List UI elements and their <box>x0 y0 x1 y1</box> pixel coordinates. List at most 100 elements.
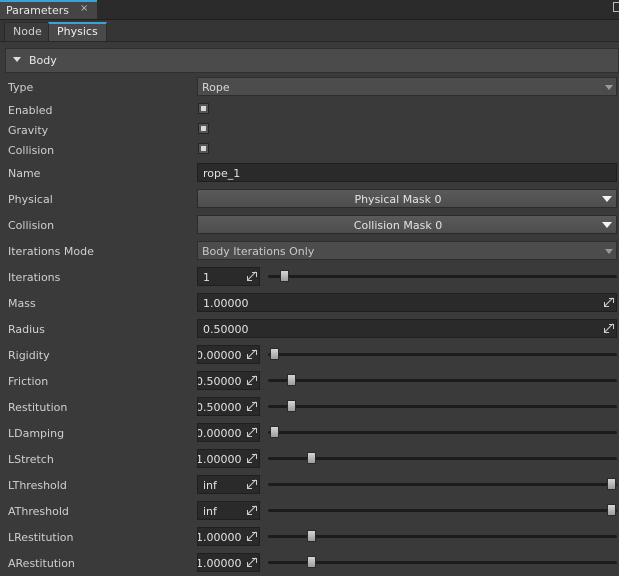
arestitution-input[interactable]: 1.00000 <box>197 553 260 572</box>
slider-handle[interactable] <box>286 374 296 386</box>
tab-physics[interactable]: Physics <box>48 22 107 41</box>
rigidity-label: Rigidity <box>8 349 50 362</box>
collision-mask-value: Collision Mask 0 <box>353 219 443 232</box>
row-arestitution: ARestitution 1.00000 <box>0 551 619 575</box>
enabled-label: Enabled <box>8 104 53 117</box>
expand-arrows-icon[interactable] <box>247 272 257 281</box>
iterations-mode-value: Body Iterations Only <box>202 245 315 258</box>
expand-arrows-icon[interactable] <box>247 506 257 515</box>
chevron-down-icon <box>605 85 613 90</box>
radius-input[interactable]: 0.50000 <box>197 319 617 338</box>
row-lthreshold: LThreshold inf <box>0 473 619 497</box>
lrestitution-input[interactable]: 1.00000 <box>197 527 260 546</box>
lthreshold-label: LThreshold <box>8 479 67 492</box>
radius-label: Radius <box>8 323 45 336</box>
expand-arrows-icon[interactable] <box>247 402 257 411</box>
triangle-down-icon[interactable] <box>13 57 21 62</box>
lstretch-value: 1.00000 <box>197 453 242 466</box>
iterations-label: Iterations <box>8 271 61 284</box>
lstretch-slider[interactable] <box>268 449 617 468</box>
expand-arrows-icon[interactable] <box>247 558 257 567</box>
parameters-tab[interactable]: Parameters × <box>0 0 97 19</box>
type-dropdown[interactable]: Rope <box>197 77 617 96</box>
expand-arrows-icon[interactable] <box>247 480 257 489</box>
slider-handle[interactable] <box>607 504 616 516</box>
expand-arrows-icon[interactable] <box>604 324 614 333</box>
ldamping-label: LDamping <box>8 427 65 440</box>
expand-arrows-icon[interactable] <box>247 454 257 463</box>
close-tab-icon[interactable]: × <box>80 3 88 14</box>
slider-handle[interactable] <box>307 556 317 568</box>
collision-checkbox[interactable] <box>198 143 209 154</box>
name-input[interactable]: rope_1 <box>197 163 617 182</box>
athreshold-label: AThreshold <box>8 505 69 518</box>
lstretch-label: LStretch <box>8 453 54 466</box>
slider-handle[interactable] <box>307 530 317 542</box>
athreshold-slider[interactable] <box>268 501 617 520</box>
mass-input[interactable]: 1.00000 <box>197 293 617 312</box>
slider-handle[interactable] <box>280 270 290 282</box>
friction-input[interactable]: 0.50000 <box>197 371 260 390</box>
row-physical: Physical Physical Mask 0 <box>0 187 619 211</box>
rigidity-slider[interactable] <box>268 345 617 364</box>
mass-value: 1.00000 <box>203 297 249 310</box>
rigidity-input[interactable]: 0.00000 <box>197 345 260 364</box>
expand-arrows-icon[interactable] <box>247 428 257 437</box>
row-type: Type Rope <box>0 75 619 99</box>
lrestitution-label: LRestitution <box>8 531 74 544</box>
iterations-mode-dropdown[interactable]: Body Iterations Only <box>197 241 617 260</box>
type-value: Rope <box>202 81 230 94</box>
slider-handle[interactable] <box>270 348 279 360</box>
iterations-slider[interactable] <box>268 267 617 286</box>
slider-handle[interactable] <box>307 452 317 464</box>
chevron-down-icon <box>602 196 612 202</box>
lthreshold-slider[interactable] <box>268 475 617 494</box>
panel-menu-icon[interactable] <box>613 2 619 12</box>
slider-handle[interactable] <box>607 478 616 490</box>
row-athreshold: AThreshold inf <box>0 499 619 523</box>
gravity-checkbox[interactable] <box>198 123 209 134</box>
slider-handle[interactable] <box>286 400 296 412</box>
arestitution-value: 1.00000 <box>197 557 242 570</box>
physical-mask-value: Physical Mask 0 <box>354 193 442 206</box>
friction-slider[interactable] <box>268 371 617 390</box>
chevron-down-icon <box>605 249 613 254</box>
section-title: Body <box>29 54 57 67</box>
restitution-value: 0.50000 <box>197 401 242 414</box>
arestitution-slider[interactable] <box>268 553 617 572</box>
row-mass: Mass 1.00000 <box>0 291 619 315</box>
radius-value: 0.50000 <box>203 323 249 336</box>
expand-arrows-icon[interactable] <box>247 350 257 359</box>
expand-arrows-icon[interactable] <box>247 376 257 385</box>
panel-titlebar: Parameters × <box>0 0 619 20</box>
subtab-bar: Node Physics <box>0 20 619 42</box>
row-restitution: Restitution 0.50000 <box>0 395 619 419</box>
row-iterations: Iterations 1 <box>0 265 619 289</box>
arestitution-label: ARestitution <box>8 557 75 570</box>
rigidity-value: 0.00000 <box>197 349 242 362</box>
slider-handle[interactable] <box>270 426 279 438</box>
friction-label: Friction <box>8 375 49 388</box>
expand-arrows-icon[interactable] <box>604 298 614 307</box>
collision-mask-button[interactable]: Collision Mask 0 <box>197 215 617 234</box>
mass-label: Mass <box>8 297 36 310</box>
body-section-header[interactable]: Body <box>5 48 619 73</box>
restitution-label: Restitution <box>8 401 68 414</box>
iterations-input[interactable]: 1 <box>197 267 260 286</box>
lthreshold-input[interactable]: inf <box>197 475 260 494</box>
athreshold-input[interactable]: inf <box>197 501 260 520</box>
tab-node[interactable]: Node <box>4 22 51 41</box>
lrestitution-slider[interactable] <box>268 527 617 546</box>
lstretch-input[interactable]: 1.00000 <box>197 449 260 468</box>
restitution-input[interactable]: 0.50000 <box>197 397 260 416</box>
ldamping-input[interactable]: 0.00000 <box>197 423 260 442</box>
lthreshold-value: inf <box>203 479 217 492</box>
ldamping-slider[interactable] <box>268 423 617 442</box>
expand-arrows-icon[interactable] <box>247 532 257 541</box>
parameters-tab-label: Parameters <box>6 4 69 17</box>
row-radius: Radius 0.50000 <box>0 317 619 341</box>
lrestitution-value: 1.00000 <box>197 531 242 544</box>
physical-mask-button[interactable]: Physical Mask 0 <box>197 189 617 208</box>
enabled-checkbox[interactable] <box>198 103 209 114</box>
restitution-slider[interactable] <box>268 397 617 416</box>
